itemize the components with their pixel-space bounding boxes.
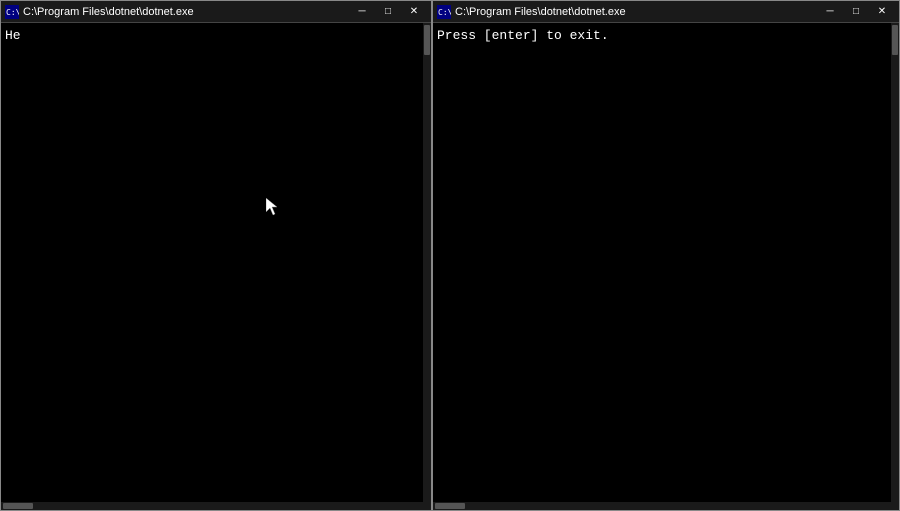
- scrollbar-bottom-right[interactable]: [433, 502, 891, 510]
- scrollbar-right-right[interactable]: [891, 23, 899, 510]
- scrollbar-bottom-thumb-left: [3, 503, 33, 509]
- console-content-right: Press [enter] to exit.: [433, 23, 891, 502]
- svg-text:C:\: C:\: [6, 8, 19, 17]
- title-bar-left: C:\ C:\Program Files\dotnet\dotnet.exe ─…: [1, 1, 431, 23]
- maximize-button-left[interactable]: □: [375, 3, 401, 21]
- svg-text:C:\: C:\: [438, 8, 451, 17]
- minimize-button-left[interactable]: ─: [349, 3, 375, 21]
- console-window-right[interactable]: C:\ C:\Program Files\dotnet\dotnet.exe ─…: [432, 0, 900, 511]
- scrollbar-bottom-thumb-right: [435, 503, 465, 509]
- title-bar-text-left: C:\Program Files\dotnet\dotnet.exe: [23, 6, 345, 18]
- title-bar-text-right: C:\Program Files\dotnet\dotnet.exe: [455, 6, 813, 18]
- console-content-left: He: [1, 23, 423, 502]
- maximize-button-right[interactable]: □: [843, 3, 869, 21]
- close-button-right[interactable]: ✕: [869, 3, 895, 21]
- console-body-left[interactable]: He: [1, 23, 431, 510]
- scrollbar-thumb-right: [892, 25, 898, 55]
- console-icon-left: C:\: [5, 5, 19, 19]
- console-output-right: Press [enter] to exit.: [437, 28, 609, 43]
- scrollbar-thumb-left: [424, 25, 430, 55]
- scrollbar-bottom-left[interactable]: [1, 502, 423, 510]
- console-window-left[interactable]: C:\ C:\Program Files\dotnet\dotnet.exe ─…: [0, 0, 432, 511]
- scrollbar-right-left[interactable]: [423, 23, 431, 510]
- minimize-button-right[interactable]: ─: [817, 3, 843, 21]
- console-output-left: He: [5, 28, 21, 43]
- console-body-right[interactable]: Press [enter] to exit.: [433, 23, 899, 510]
- close-button-left[interactable]: ✕: [401, 3, 427, 21]
- title-bar-right: C:\ C:\Program Files\dotnet\dotnet.exe ─…: [433, 1, 899, 23]
- title-bar-controls-left: ─ □ ✕: [349, 3, 427, 21]
- console-icon-right: C:\: [437, 5, 451, 19]
- title-bar-controls-right: ─ □ ✕: [817, 3, 895, 21]
